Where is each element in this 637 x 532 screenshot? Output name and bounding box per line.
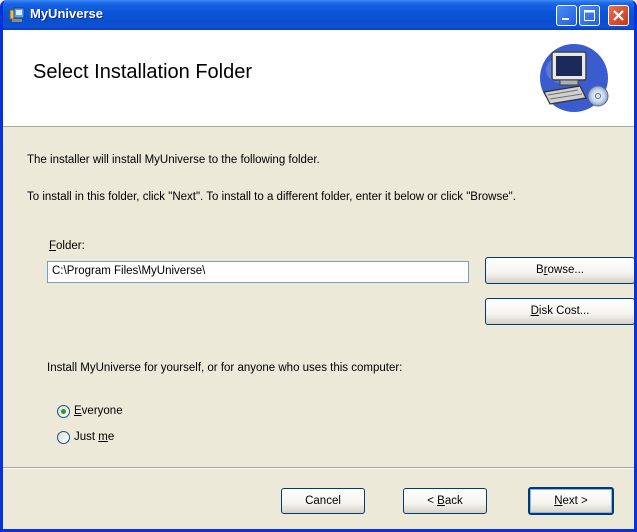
just-me-radio[interactable] (57, 431, 70, 444)
cancel-button-label: Cancel (305, 495, 341, 507)
browse-button[interactable]: Browse... (485, 257, 634, 284)
window-title: MyUniverse (30, 6, 103, 21)
close-icon (613, 10, 624, 21)
browse-button-label: Browse... (536, 264, 584, 276)
banner: Select Installation Folder (3, 30, 634, 127)
next-button-label: Next > (554, 495, 588, 507)
title-bar[interactable]: MyUniverse (3, 0, 634, 30)
maximize-icon (584, 10, 595, 21)
close-button[interactable] (608, 5, 629, 26)
maximize-button[interactable] (579, 5, 600, 26)
cancel-button[interactable]: Cancel (281, 488, 365, 514)
minimize-button[interactable] (556, 5, 577, 26)
next-button[interactable]: Next > (528, 487, 614, 515)
folder-label: Folder: (49, 240, 85, 252)
everyone-radio[interactable] (57, 405, 70, 418)
footer-divider (3, 467, 634, 469)
just-me-label[interactable]: Just me (74, 431, 114, 443)
install-for-question: Install MyUniverse for yourself, or for … (47, 362, 403, 374)
back-button[interactable]: < Back (403, 488, 487, 514)
instructions-text: To install in this folder, click "Next".… (27, 191, 516, 203)
intro-text: The installer will install MyUniverse to… (27, 154, 320, 166)
disk-cost-button-label: Disk Cost... (530, 305, 590, 317)
installer-window: MyUniverse Select Installation Folder Th… (0, 0, 637, 532)
back-button-label: < Back (427, 495, 463, 507)
radio-selected-dot (61, 409, 66, 414)
disk-cost-button[interactable]: Disk Cost... (485, 298, 634, 325)
everyone-label[interactable]: Everyone (74, 405, 123, 417)
installer-app-icon (9, 7, 25, 22)
computer-disc-icon (540, 44, 609, 112)
minimize-icon (562, 18, 569, 20)
page-title: Select Installation Folder (33, 61, 253, 83)
folder-label-text: older: (56, 240, 85, 252)
folder-path-input[interactable]: C:\Program Files\MyUniverse\ (47, 261, 469, 283)
folder-label-accel: F (49, 240, 57, 252)
